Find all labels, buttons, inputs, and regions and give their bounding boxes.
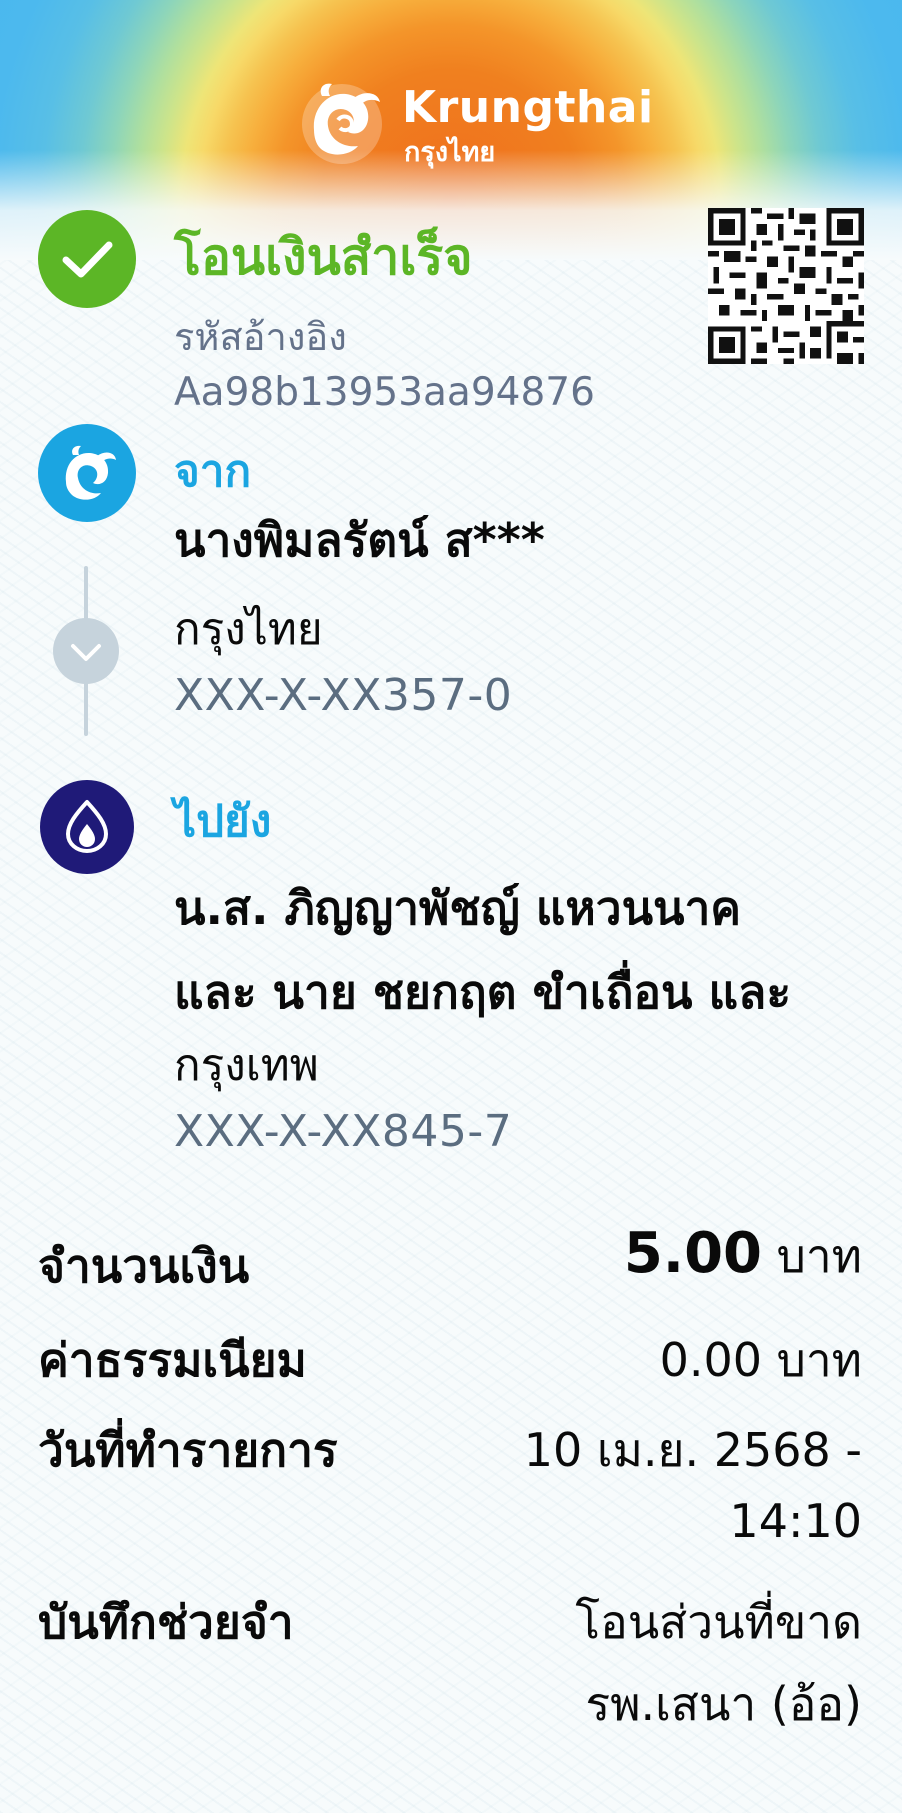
krungthai-bird-icon — [302, 83, 382, 164]
memo-label: บันทึกช่วยจำ — [38, 1595, 294, 1649]
brand-name-en: Krungthai — [402, 82, 654, 133]
amount-value: 5.00 บาท — [624, 1220, 862, 1293]
reference-code: Aa98b13953aa94876 — [174, 370, 595, 415]
recipient-name-line2: และ นาย ชยกฤต ขำเถื่อน และ — [174, 965, 792, 1019]
memo-value-line1: โอนส่วนที่ขาด — [575, 1595, 862, 1649]
chevron-down-icon[interactable] — [53, 618, 119, 684]
qr-code-icon[interactable] — [708, 208, 864, 364]
bangkok-bank-lotus-icon — [40, 780, 134, 874]
success-check-icon — [38, 210, 136, 308]
transfer-slip: Krungthai กรุงไทย โอนเงินสำเร็จ รหัสอ้าง… — [0, 0, 902, 1813]
transfer-success-title: โอนเงินสำเร็จ — [174, 228, 473, 286]
memo-value-line2: รพ.เสนา (อ้อ) — [585, 1677, 863, 1731]
krungthai-logo-icon — [38, 424, 136, 522]
sender-bank: กรุงไทย — [174, 604, 323, 655]
from-label: จาก — [174, 446, 252, 497]
recipient-account: XXX-X-XX845-7 — [174, 1106, 513, 1157]
date-value-line2: 14:10 — [729, 1494, 862, 1548]
recipient-name-line1: น.ส. ภิญญาพัชญ์ แหวนนาค — [174, 881, 742, 935]
recipient-bank: กรุงเทพ — [174, 1040, 319, 1091]
fee-value: 0.00 บาท — [659, 1333, 862, 1387]
to-label: ไปยัง — [174, 796, 272, 847]
amount-number: 5.00 — [623, 1221, 763, 1286]
sender-name: นางพิมลรัตน์ ส*** — [174, 513, 545, 567]
sender-account: XXX-X-XX357-0 — [174, 670, 513, 721]
amount-label: จำนวนเงิน — [38, 1239, 250, 1293]
brand-name-th: กรุงไทย — [404, 137, 496, 168]
date-label: วันที่ทำรายการ — [38, 1423, 338, 1477]
reference-label: รหัสอ้างอิง — [174, 315, 347, 359]
date-value-line1: 10 เม.ย. 2568 - — [523, 1423, 862, 1477]
fee-label: ค่าธรรมเนียม — [38, 1333, 307, 1387]
amount-unit: บาท — [776, 1229, 862, 1283]
krungthai-logo: Krungthai กรุงไทย — [294, 72, 653, 172]
